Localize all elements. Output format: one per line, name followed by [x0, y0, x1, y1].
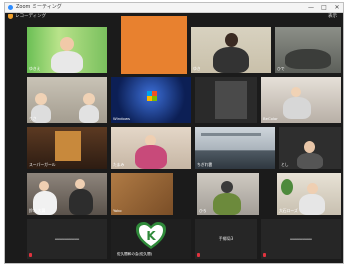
participant-tile[interactable]: りさ — [27, 77, 107, 123]
muted-mic-icon — [263, 253, 266, 257]
participant-tile[interactable] — [121, 16, 187, 74]
windows-logo-icon — [147, 91, 157, 101]
participant-name: たまみ — [113, 162, 125, 167]
close-button[interactable]: ✕ — [331, 3, 343, 12]
participant-tile[interactable]: ゆきえ — [27, 27, 107, 73]
participant-center-name: ━━━━━━━━━ — [290, 236, 312, 242]
muted-mic-icon — [29, 253, 32, 257]
video-feed — [121, 16, 187, 74]
recording-label: レコーディング — [15, 14, 47, 19]
participant-name: りさ — [29, 116, 37, 121]
participant-tile[interactable]: Windows — [111, 77, 191, 123]
participant-name: Windows — [113, 116, 130, 121]
participant-tile[interactable]: K 佐久間和の会(佐久間) — [111, 219, 191, 259]
zoom-app-icon — [8, 5, 13, 10]
participant-name: スーパーガール — [29, 162, 56, 167]
participant-center-name: 手郷局3 — [218, 236, 234, 241]
shield-icon[interactable] — [8, 14, 13, 19]
zoom-window: Zoom ミーティング — □ ✕ レコーディング 表示 ゆきえ ゆき ひで り… — [4, 2, 344, 264]
participant-tile[interactable]: 鈴木 大翼 — [27, 173, 107, 215]
participant-tile[interactable] — [195, 77, 257, 123]
participant-tile[interactable]: Yoko — [111, 173, 173, 215]
organization-logo: K — [136, 222, 166, 249]
view-button[interactable]: 表示 — [328, 13, 337, 20]
window-title: Zoom ミーティング — [16, 4, 62, 10]
participant-tile[interactable]: ゆき — [191, 27, 271, 73]
participant-tile[interactable]: とし — [279, 127, 341, 169]
logo-letter: K — [146, 229, 156, 243]
participant-tile[interactable]: ひろ — [197, 173, 259, 215]
participant-tile[interactable]: 大石ローズ — [277, 173, 341, 215]
participant-tile[interactable]: 手郷局3 — [195, 219, 257, 259]
participant-name: ゆき — [193, 66, 201, 71]
participant-center-name: ━━━━━━━━━━ — [54, 236, 80, 242]
participant-tile[interactable]: ひで — [275, 27, 341, 73]
maximize-button[interactable]: □ — [318, 3, 330, 12]
participant-name: Yoko — [113, 208, 122, 213]
participant-name: ゆきえ — [29, 66, 41, 71]
participant-name: 鈴木 大翼 — [29, 208, 46, 213]
participant-name: 大石ローズ — [279, 208, 298, 213]
title-bar: Zoom ミーティング — □ ✕ — [5, 3, 343, 13]
participant-tile[interactable]: スーパーガール — [27, 127, 107, 169]
participant-name: ひろ — [199, 208, 207, 213]
minimize-button[interactable]: — — [305, 3, 317, 12]
participant-name: BeColor — [263, 116, 278, 121]
participant-tile[interactable]: ━━━━━━━━━━ — [27, 219, 107, 259]
participant-name: ちぎれ雲 — [197, 162, 213, 167]
participant-name: 佐久間和の会(佐久間) — [117, 252, 153, 256]
participant-tile[interactable]: たまみ — [111, 127, 191, 169]
participant-tile[interactable]: ━━━━━━━━━ — [261, 219, 341, 259]
participant-tile[interactable]: BeColor — [261, 77, 341, 123]
participant-tile[interactable]: ちぎれ雲 — [195, 127, 275, 169]
muted-mic-icon — [197, 253, 200, 257]
participant-name: とし — [281, 162, 289, 167]
participant-name: ひで — [277, 66, 285, 71]
